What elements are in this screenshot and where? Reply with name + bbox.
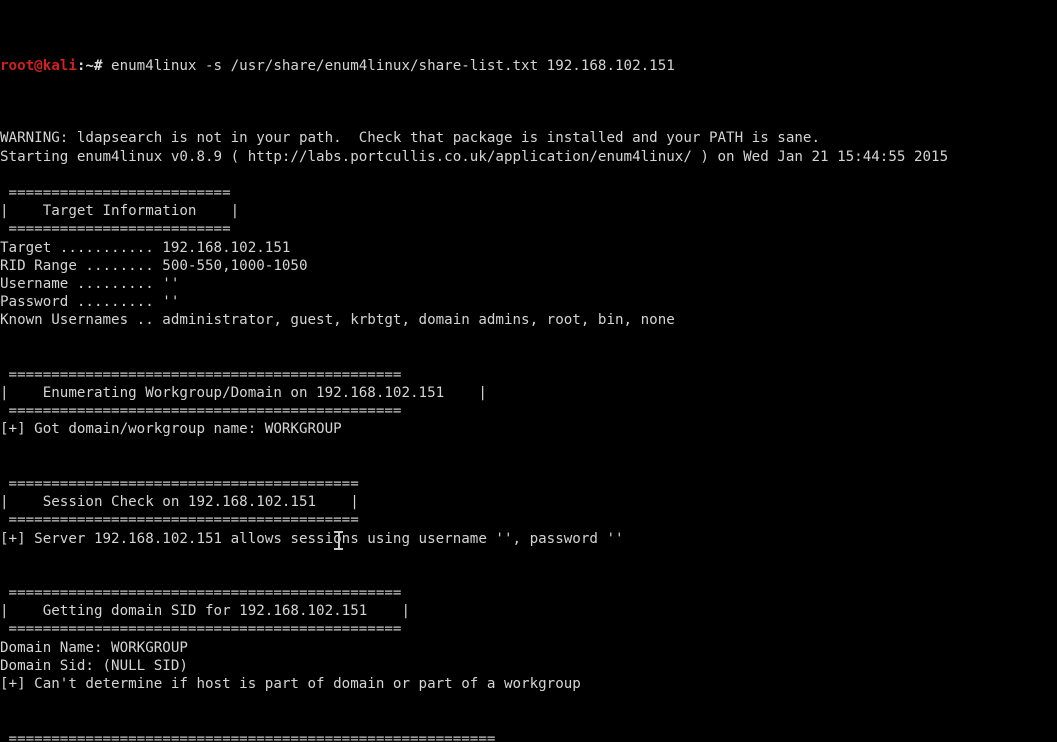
prompt-command: enum4linux -s /usr/share/enum4linux/shar…: [111, 57, 675, 74]
terminal-line: | Target Information |: [0, 203, 240, 220]
prompt-user-host: root@kali: [0, 57, 77, 74]
terminal-line: ========================================…: [0, 730, 496, 742]
terminal-line: ========================================…: [0, 475, 359, 492]
terminal-line: [+] Got domain/workgroup name: WORKGROUP: [0, 421, 342, 438]
terminal-line: Starting enum4linux v0.8.9 ( http://labs…: [0, 148, 949, 165]
terminal-window[interactable]: root@kali:~# enum4linux -s /usr/share/en…: [0, 0, 1057, 742]
terminal-line: Password ......... '': [0, 294, 180, 311]
terminal-line: | Getting domain SID for 192.168.102.151…: [0, 603, 410, 620]
prompt-path-symbol: :~#: [76, 57, 112, 74]
terminal-line: Domain Name: WORKGROUP: [0, 639, 188, 656]
terminal-line: ========================================…: [0, 403, 402, 420]
terminal-line: Target ........... 192.168.102.151: [0, 239, 291, 256]
terminal-line: | Enumerating Workgroup/Domain on 192.16…: [0, 385, 487, 402]
terminal-prompt-line: root@kali:~# enum4linux -s /usr/share/en…: [0, 57, 1057, 75]
terminal-output: WARNING: ldapsearch is not in your path.…: [0, 129, 1057, 742]
terminal-line: ========================================…: [0, 585, 402, 602]
terminal-line: ========================================…: [0, 621, 402, 638]
terminal-line: WARNING: ldapsearch is not in your path.…: [0, 130, 820, 147]
terminal-line: [+] Server 192.168.102.151 allows sessio…: [0, 530, 624, 547]
terminal-line: ========================================…: [0, 512, 359, 529]
terminal-line: Username ......... '': [0, 275, 180, 292]
terminal-line: [+] Can't determine if host is part of d…: [0, 676, 581, 693]
terminal-line: Known Usernames .. administrator, guest,…: [0, 312, 675, 329]
terminal-line: ==========================: [0, 221, 231, 238]
terminal-line: | Session Check on 192.168.102.151 |: [0, 494, 359, 511]
terminal-line: ==========================: [0, 184, 231, 201]
terminal-line: RID Range ........ 500-550,1000-1050: [0, 257, 308, 274]
terminal-line: ========================================…: [0, 366, 402, 383]
terminal-line: Domain Sid: (NULL SID): [0, 657, 188, 674]
